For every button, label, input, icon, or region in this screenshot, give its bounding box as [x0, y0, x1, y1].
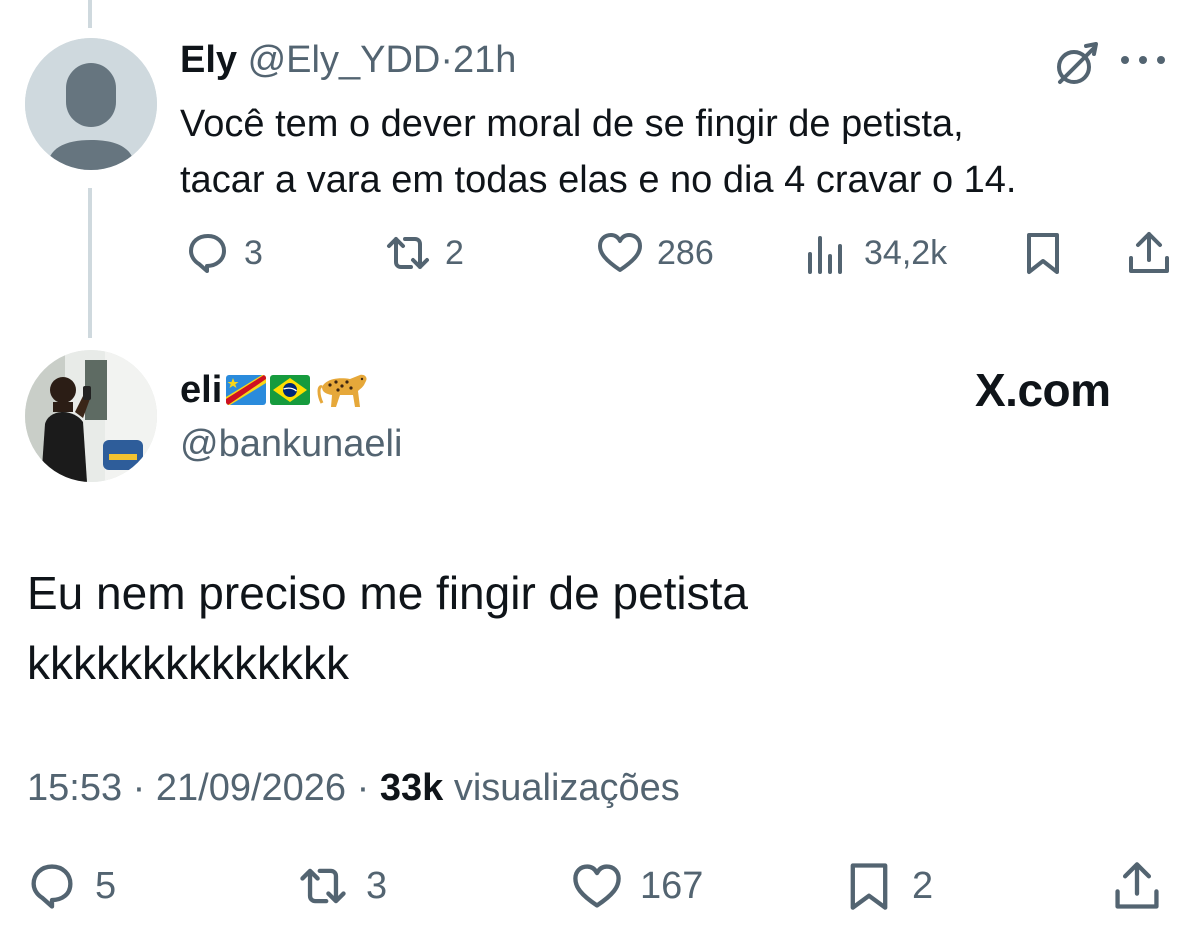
- repost-button[interactable]: 3: [296, 856, 387, 916]
- repost-button[interactable]: 2: [383, 224, 464, 282]
- leopard-icon: [317, 374, 367, 407]
- bookmark-button[interactable]: 2: [842, 856, 933, 916]
- reply-count: 3: [244, 233, 263, 272]
- separator: ·: [132, 767, 146, 809]
- thread-line-top: [88, 0, 92, 28]
- like-count: 286: [657, 233, 714, 272]
- reply-text-line: Você tem o dever moral de se fingir de p…: [180, 103, 964, 145]
- tweet-text-line: kkkkkkkkkkkkkk: [27, 637, 349, 689]
- comment-icon: [31, 864, 73, 909]
- reply-action-bar: 3 2 286 34,2k: [0, 224, 1200, 282]
- reply-button[interactable]: 5: [25, 856, 116, 916]
- default-avatar-icon: [25, 38, 157, 170]
- tweet-text: Eu nem preciso me fingir de petista kkkk…: [27, 558, 1177, 698]
- reply-count: 5: [95, 864, 117, 907]
- author-name[interactable]: eli: [180, 366, 222, 414]
- share-button[interactable]: [1110, 856, 1164, 916]
- reply-author-name[interactable]: Ely: [180, 39, 237, 81]
- reply-button[interactable]: 3: [182, 224, 263, 282]
- bookmark-icon: [850, 863, 888, 910]
- tweet-meta: 15:53 · 21/09/2026 · 33k visualizações: [27, 762, 680, 814]
- tweet-time[interactable]: 15:53: [27, 767, 122, 809]
- views-button[interactable]: 34,2k: [802, 224, 947, 282]
- heart-icon: [598, 233, 642, 272]
- view-count: 34,2k: [864, 233, 948, 272]
- separator: ·: [356, 767, 370, 809]
- share-icon: [1115, 862, 1159, 909]
- bookmark-icon: [1027, 233, 1059, 274]
- bookmark-count: 2: [912, 864, 934, 907]
- views-count[interactable]: 33k: [380, 767, 443, 809]
- like-count: 167: [640, 864, 704, 907]
- share-button[interactable]: [1124, 224, 1174, 282]
- comment-icon: [189, 234, 226, 273]
- views-label: visualizações: [453, 767, 680, 809]
- separator: ·: [440, 39, 453, 81]
- avatar-photo[interactable]: [25, 350, 157, 482]
- repost-icon: [300, 868, 346, 904]
- avatar[interactable]: [25, 38, 157, 170]
- tweet-text-line: Eu nem preciso me fingir de petista: [27, 567, 749, 619]
- tweet-action-bar: 5 3 167 2: [0, 856, 1200, 916]
- reply-text: Você tem o dever moral de se fingir de p…: [180, 96, 1190, 208]
- share-icon: [1129, 232, 1169, 273]
- like-button[interactable]: 167: [570, 856, 703, 916]
- tweet-date[interactable]: 21/09/2026: [156, 767, 346, 809]
- reply-timestamp[interactable]: 21h: [453, 39, 516, 81]
- flag-dr-congo-icon: [226, 375, 267, 405]
- repost-icon: [387, 237, 429, 269]
- heart-icon: [573, 864, 621, 908]
- like-button[interactable]: 286: [595, 224, 714, 282]
- repost-count: 2: [445, 233, 464, 272]
- profile-photo: [25, 350, 157, 482]
- repost-count: 3: [366, 864, 388, 907]
- more-options-icon[interactable]: [1115, 46, 1171, 74]
- reply-author-handle[interactable]: @Ely_YDD: [248, 39, 441, 81]
- reply-text-line: tacar a vara em todas elas e no dia 4 cr…: [180, 159, 1017, 201]
- grok-icon[interactable]: [1052, 40, 1100, 88]
- bookmark-button[interactable]: [1018, 224, 1068, 282]
- xcom-watermark: X.com: [975, 364, 1111, 416]
- views-icon: [808, 236, 842, 274]
- author-handle[interactable]: @bankunaeli: [180, 420, 402, 468]
- reply-header: Ely @Ely_YDD·21h: [180, 36, 516, 84]
- flag-brazil-icon: [270, 375, 311, 405]
- author-name-row: eli: [180, 366, 372, 414]
